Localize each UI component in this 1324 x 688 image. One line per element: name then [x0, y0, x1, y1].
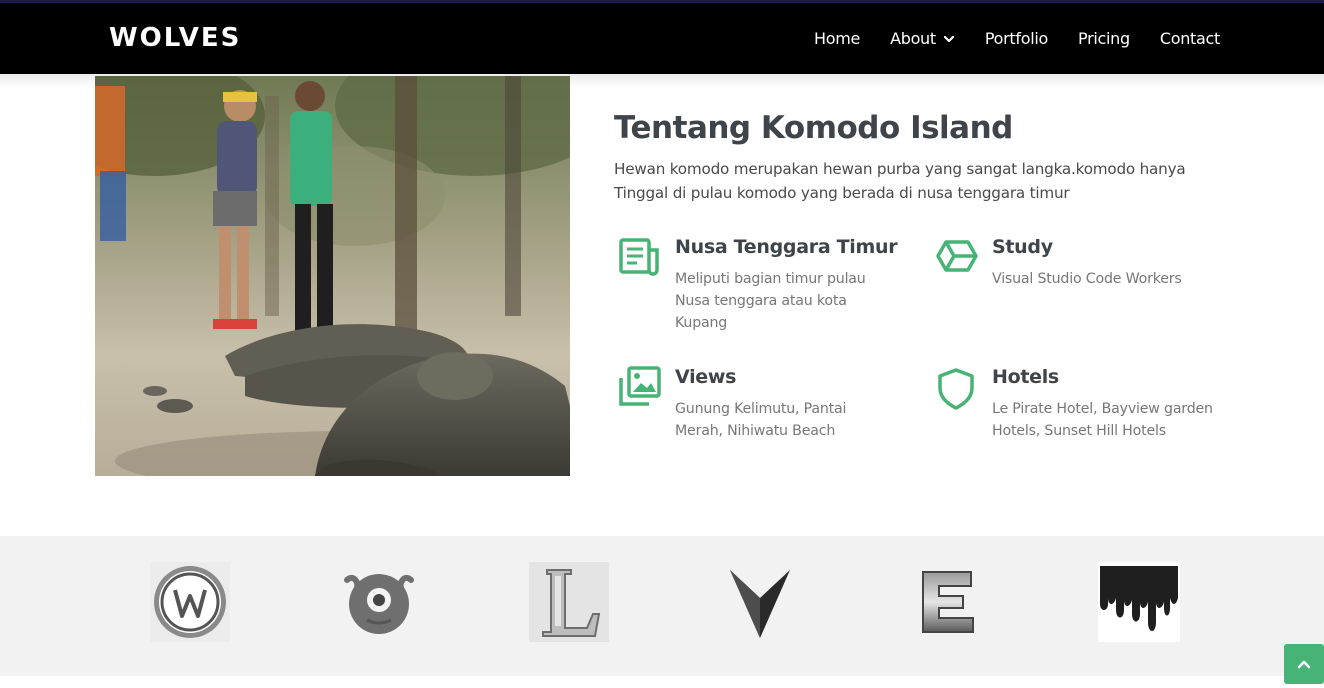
nav-contact[interactable]: Contact [1160, 29, 1220, 48]
chevron-up-icon [1296, 656, 1312, 672]
letter-w-logo-icon[interactable] [149, 560, 231, 644]
nav-about-label: About [890, 29, 936, 48]
back-to-top-button[interactable] [1284, 644, 1324, 684]
feature-title: Study [992, 236, 1053, 258]
feature-views: Views Gunung Kelimutu, Pantai Merah, Nih… [617, 366, 917, 446]
images-icon [617, 366, 663, 412]
feature-text: Le Pirate Hotel, Bayview garden Hotels, … [992, 401, 1213, 439]
feature-title: Nusa Tenggara Timur [675, 236, 898, 258]
feature-title: Views [675, 366, 737, 388]
main-nav: Home About Portfolio Pricing Contact [784, 3, 1220, 74]
site-logo[interactable]: WOLVES [109, 23, 241, 53]
clients-section [0, 536, 1324, 676]
shield-icon [934, 366, 980, 412]
feature-study: Study Visual Studio Code Workers [934, 236, 1234, 296]
feature-text: Visual Studio Code Workers [992, 271, 1182, 287]
paint-drip-logo-icon[interactable] [1098, 560, 1180, 644]
feature-nusa-tenggara: Nusa Tenggara Timur Meliputi bagian timu… [617, 236, 917, 336]
feature-text: Gunung Kelimutu, Pantai Merah, Nihiwatu … [675, 401, 847, 439]
letter-l-logo-icon[interactable] [528, 560, 610, 644]
nav-portfolio[interactable]: Portfolio [985, 29, 1048, 48]
nav-pricing[interactable]: Pricing [1078, 29, 1130, 48]
about-description: Hewan komodo merupakan hewan purba yang … [614, 160, 1186, 202]
feature-title: Hotels [992, 366, 1059, 388]
nav-about[interactable]: About [890, 29, 955, 48]
chevron-down-icon [943, 33, 955, 45]
feature-text: Meliputi bagian timur pulau Nusa tenggar… [675, 271, 866, 331]
newspaper-icon [617, 236, 663, 282]
about-title: Tentang Komodo Island [614, 110, 1013, 146]
feature-hotels: Hotels Le Pirate Hotel, Bayview garden H… [934, 366, 1234, 446]
letter-v-logo-icon[interactable] [719, 560, 801, 644]
letter-e-logo-icon[interactable] [906, 560, 988, 644]
site-header: WOLVES Home About Portfolio Pricing Cont… [0, 3, 1324, 74]
monster-logo-icon[interactable] [338, 560, 420, 644]
komodo-photo [95, 76, 570, 476]
nav-home[interactable]: Home [814, 29, 860, 48]
cube-icon [934, 236, 980, 282]
